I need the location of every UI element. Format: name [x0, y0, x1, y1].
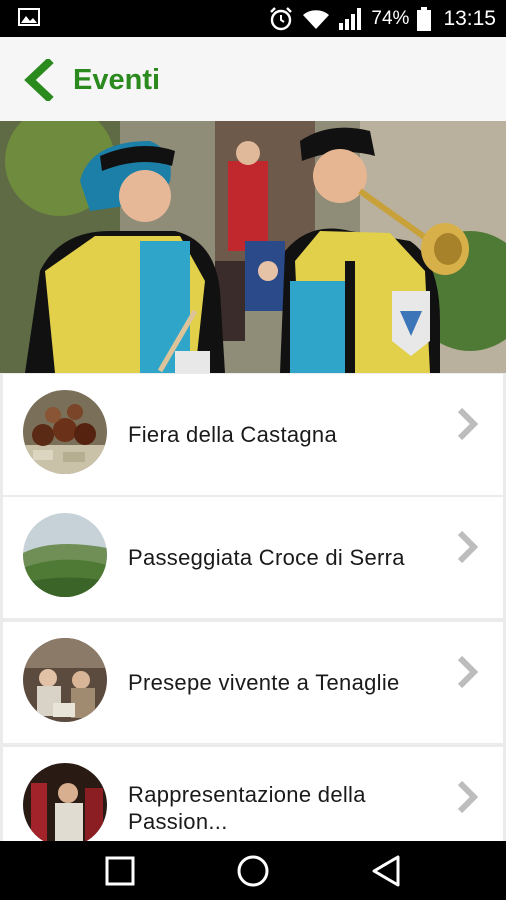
alarm-icon	[270, 6, 293, 30]
navigation-bar	[0, 841, 506, 900]
event-thumbnail	[23, 513, 107, 597]
app-bar: Eventi	[0, 37, 506, 121]
list-item[interactable]: Rappresentazione della Passion...	[3, 747, 503, 841]
event-thumbnail	[23, 390, 107, 474]
hero-image	[0, 121, 506, 373]
event-title: Rappresentazione della Passion...	[128, 781, 366, 834]
chevron-right-icon	[457, 407, 479, 441]
battery-icon	[417, 6, 432, 31]
event-thumbnail	[23, 763, 107, 841]
recents-square-icon[interactable]	[102, 853, 138, 889]
event-title: Fiera della Castagna	[128, 422, 338, 447]
chevron-left-icon[interactable]	[22, 59, 56, 101]
list-item[interactable]: Passeggiata Croce di Serra	[3, 497, 503, 618]
list-item[interactable]: Presepe vivente a Tenaglie	[3, 622, 503, 743]
wifi-icon	[303, 9, 330, 29]
home-circle-icon[interactable]	[235, 853, 271, 889]
event-thumbnail	[23, 638, 107, 722]
page-title: Eventi	[73, 64, 161, 96]
status-time: 13:15	[443, 6, 496, 30]
signal-icon	[339, 7, 362, 30]
status-bar: 74% 13:15	[0, 0, 506, 37]
battery-percent: 74%	[371, 7, 410, 29]
event-title: Presepe vivente a Tenaglie	[128, 670, 400, 695]
event-list: Fiera della Castagna Passeggiata Croce d…	[0, 374, 506, 841]
chevron-right-icon	[457, 780, 479, 814]
chevron-right-icon	[457, 655, 479, 689]
list-item[interactable]: Fiera della Castagna	[3, 374, 503, 495]
chevron-right-icon	[457, 530, 479, 564]
back-triangle-icon[interactable]	[368, 853, 404, 889]
gallery-icon	[18, 8, 40, 26]
event-title: Passeggiata Croce di Serra	[128, 545, 405, 570]
